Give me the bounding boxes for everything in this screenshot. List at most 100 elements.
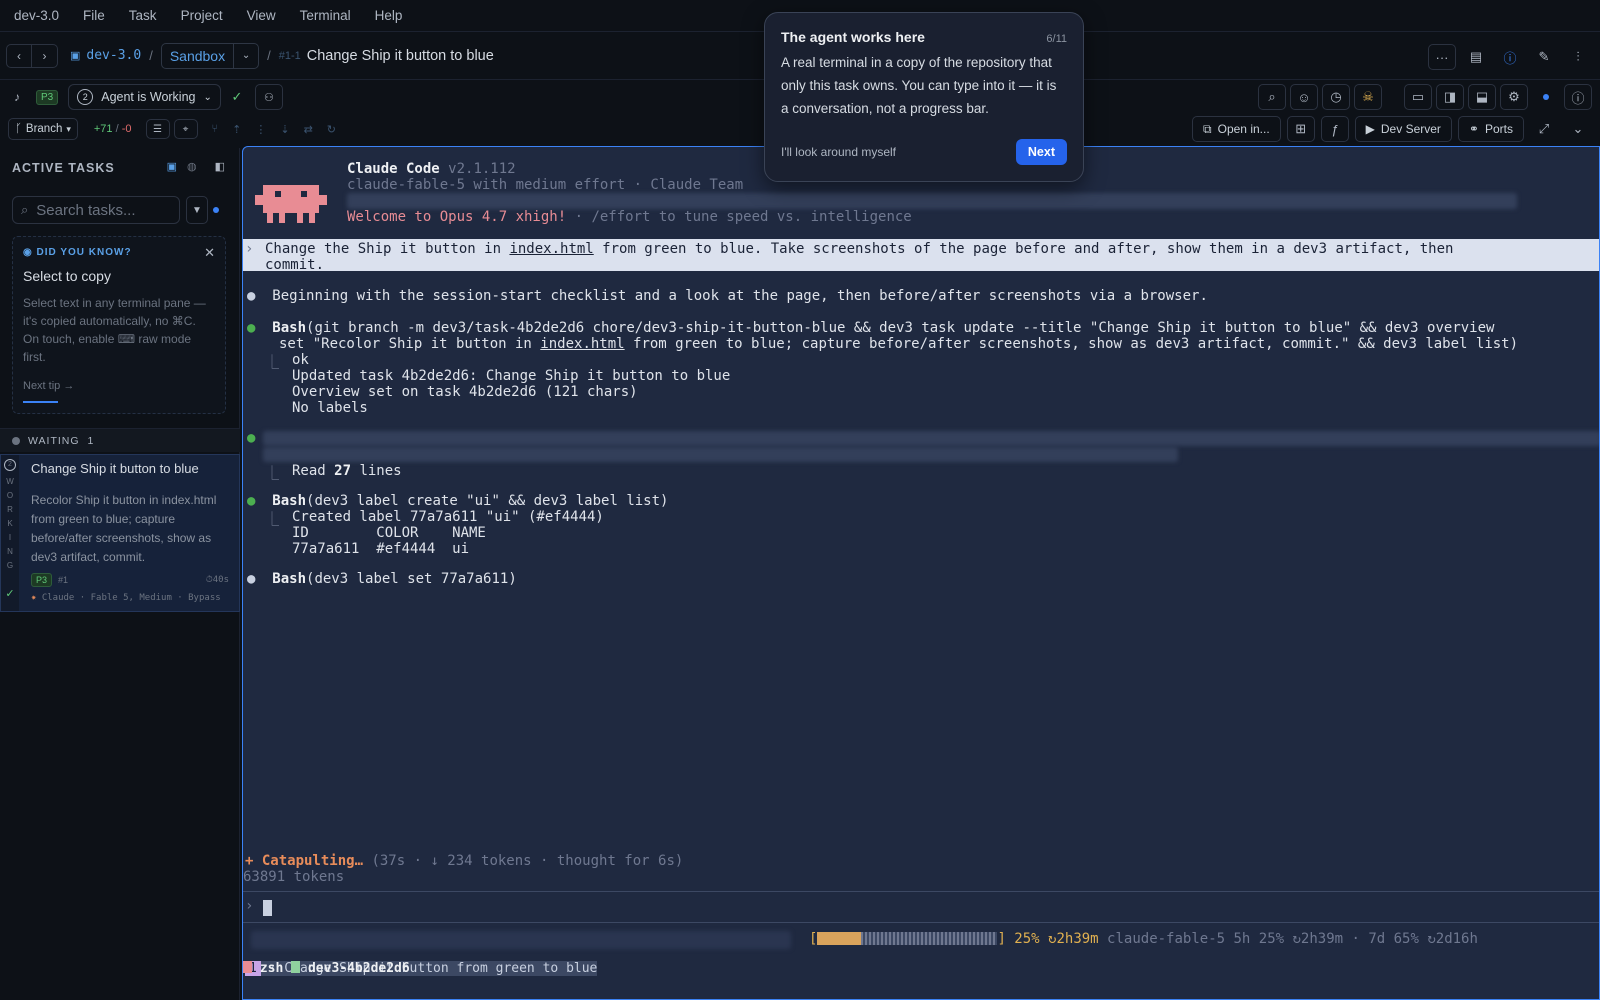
status-dot bbox=[1532, 84, 1560, 110]
rebase-icon[interactable]: ⇄ bbox=[304, 123, 313, 136]
output-line: 77a7a611 #ef4444 ui bbox=[292, 541, 470, 557]
merge-icon[interactable]: ⑂ bbox=[212, 123, 219, 135]
graph-icon[interactable]: ⋮ bbox=[255, 123, 266, 136]
layout-button[interactable]: ▤ bbox=[1462, 44, 1490, 70]
bash-command: set "Recolor Ship it button in bbox=[279, 336, 541, 352]
close-icon[interactable]: ✕ bbox=[204, 245, 215, 261]
tools-button[interactable]: ✎ bbox=[1530, 44, 1558, 70]
tip-heading: Select to copy bbox=[23, 268, 111, 284]
help-button[interactable]: ⓘ bbox=[1496, 44, 1524, 70]
popover-title: The agent works here bbox=[781, 29, 925, 45]
ports-button[interactable]: ⚭ Ports bbox=[1457, 116, 1524, 142]
search-input[interactable]: ⌕ Search tasks... bbox=[12, 196, 180, 224]
tip-kicker-text: DID YOU KNOW? bbox=[36, 247, 132, 258]
back-button[interactable]: ‹ bbox=[6, 43, 32, 68]
pirate-button[interactable]: ☠ bbox=[1354, 84, 1382, 110]
menu-project[interactable]: Project bbox=[181, 8, 223, 23]
menu-view[interactable]: View bbox=[247, 8, 276, 23]
bash-command: dev3 label create "ui" && dev3 label lis… bbox=[314, 493, 669, 509]
diff-view-button[interactable]: ☰ bbox=[145, 119, 170, 139]
collapse-button[interactable]: ⌄ bbox=[1564, 116, 1592, 142]
tree-button[interactable]: ⊞ bbox=[1286, 116, 1315, 142]
terminal-pane[interactable]: Claude Code v2.1.112 claude-fable-5 with… bbox=[242, 146, 1600, 1000]
output-line: Overview set on task 4b2de2d6 (121 chars… bbox=[292, 384, 638, 400]
agent-status-select[interactable]: 2 Agent is Working ⌄ bbox=[68, 84, 221, 110]
breadcrumb-project[interactable]: ▣ dev-3.0 bbox=[70, 48, 141, 63]
zoom-button[interactable]: ⌕ bbox=[1258, 84, 1286, 110]
menu-task[interactable]: Task bbox=[129, 8, 157, 23]
status-letter: G bbox=[6, 561, 14, 570]
priority-badge[interactable]: P3 bbox=[36, 89, 59, 105]
folder-icon: ▣ bbox=[70, 50, 81, 62]
commit-button[interactable]: ⌖ bbox=[173, 119, 198, 139]
bash-command: from green to blue; capture before/after… bbox=[624, 336, 1519, 352]
read-result: Read 27 lines bbox=[292, 463, 402, 479]
panel-left-button[interactable]: ▭ bbox=[1404, 84, 1432, 110]
panel-right-button[interactable]: ◨ bbox=[1436, 84, 1464, 110]
popover-step: 6/11 bbox=[1046, 33, 1067, 45]
prompt-chevron-icon: › bbox=[245, 241, 254, 257]
more-button[interactable]: ··· bbox=[1428, 44, 1456, 70]
gear-button[interactable]: ⚙ bbox=[1500, 84, 1528, 110]
menu-help[interactable]: Help bbox=[375, 8, 403, 23]
app-name: Claude Code bbox=[347, 161, 440, 177]
info-button[interactable]: ⓘ bbox=[1564, 84, 1592, 110]
open-in-button[interactable]: ⧉ Open in... bbox=[1192, 116, 1281, 142]
bell-icon[interactable]: ♪ bbox=[14, 90, 20, 104]
tool-name: Bash bbox=[272, 571, 307, 587]
panel-icon: ▭ bbox=[1411, 89, 1425, 104]
task-card[interactable]: 2 WORKING ✓ Change Ship it button to blu… bbox=[0, 454, 240, 612]
menu-file[interactable]: File bbox=[83, 8, 105, 23]
next-tip-link[interactable]: Next tip → bbox=[23, 380, 215, 392]
vertical-status: WORKING bbox=[1, 475, 19, 573]
status-dot-icon bbox=[12, 436, 20, 445]
shell-name: zsh bbox=[259, 961, 284, 976]
alarm-icon: ◷ bbox=[1330, 89, 1342, 104]
robot-button[interactable]: ☺ bbox=[1290, 84, 1318, 110]
filter-button[interactable]: ▼ bbox=[186, 196, 208, 224]
push-icon[interactable]: ⇡ bbox=[232, 123, 241, 136]
tip-kicker: ◉ DID YOU KNOW? bbox=[23, 247, 215, 258]
menu-terminal[interactable]: Terminal bbox=[300, 8, 351, 23]
next-button[interactable]: Next bbox=[1015, 139, 1067, 165]
breadcrumb-separator: / bbox=[267, 48, 271, 63]
agent-count: 2 bbox=[4, 459, 16, 471]
bash-call-1: ● Bash(git branch -m dev3/task-4b2de2d6 … bbox=[247, 320, 1495, 336]
bash-file: index.html bbox=[540, 336, 625, 352]
assign-button[interactable]: ⚇ bbox=[254, 84, 283, 110]
approve-button[interactable]: ✓ bbox=[223, 84, 251, 110]
forward-button[interactable]: › bbox=[32, 43, 58, 68]
dev-server-button[interactable]: ▶ Dev Server bbox=[1354, 116, 1452, 142]
function-button[interactable]: ƒ bbox=[1320, 116, 1349, 142]
gear-icon: ⚙ bbox=[1508, 89, 1520, 104]
branch-select[interactable]: ᚴ Branch ▾ bbox=[8, 118, 78, 140]
sandbox-select[interactable]: Sandbox ⌄ bbox=[160, 42, 260, 69]
tip-body: Select text in any terminal pane — it's … bbox=[23, 296, 206, 364]
bullet-icon: ● bbox=[247, 493, 256, 509]
sidebar-title: ACTIVE TASKS bbox=[12, 161, 115, 175]
expand-icon: ⤢ bbox=[1538, 121, 1550, 136]
settings-button[interactable]: ⫶ bbox=[1564, 44, 1592, 70]
view-globe-icon[interactable]: ◍ bbox=[187, 160, 197, 173]
sidebar-toggle-icon[interactable]: ◧ bbox=[215, 160, 225, 173]
view-board-icon[interactable]: ▣ bbox=[167, 160, 177, 173]
task-card-agent: Claude · Fable 5, Medium · Bypass bbox=[41, 593, 221, 603]
dot-icon bbox=[1543, 94, 1549, 100]
skip-tour-link[interactable]: I'll look around myself bbox=[781, 145, 896, 159]
agent-count: 2 bbox=[77, 89, 94, 105]
alarm-button[interactable]: ◷ bbox=[1322, 84, 1350, 110]
output-line: Updated task 4b2de2d6: Change Ship it bu… bbox=[292, 368, 731, 384]
app-menu[interactable]: dev-3.0 bbox=[14, 8, 59, 23]
refresh-icon[interactable]: ↻ bbox=[327, 123, 336, 136]
claude-icon: ✷ bbox=[31, 593, 37, 603]
waiting-group-header[interactable]: WAITING 1 bbox=[0, 428, 240, 452]
usage-empty bbox=[861, 932, 998, 945]
spinner-meta: (37s · ↓ 234 tokens · thought for 6s) bbox=[363, 853, 684, 869]
branch-label: Branch bbox=[25, 123, 63, 135]
read-pre: Read bbox=[292, 463, 335, 479]
terminal-input[interactable]: › bbox=[243, 891, 1599, 923]
user-prompt-cont: commit. bbox=[265, 257, 325, 273]
pull-icon[interactable]: ⇣ bbox=[280, 123, 289, 136]
panel-bottom-button[interactable]: ⬓ bbox=[1468, 84, 1496, 110]
expand-button[interactable]: ⤢ bbox=[1530, 116, 1558, 142]
